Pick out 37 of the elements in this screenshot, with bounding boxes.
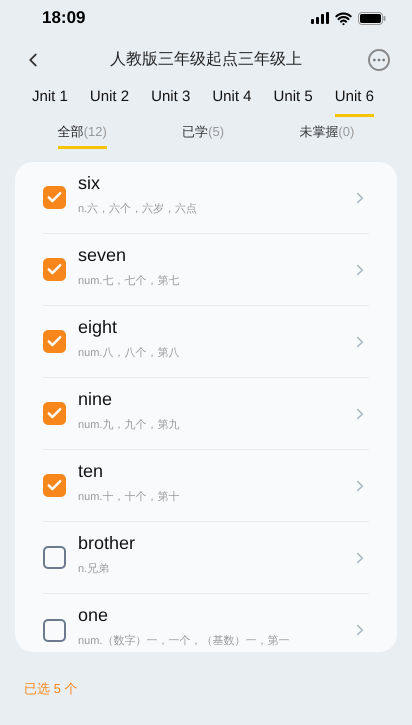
word-meaning: n.六，六个，六岁，六点 (78, 202, 198, 217)
unit-tab[interactable]: Unit 2 (90, 86, 130, 116)
word-meaning: num.十，十个，第十 (78, 490, 180, 505)
word-meaning: num.八，八个，第八 (78, 346, 180, 361)
word-checkbox[interactable] (43, 618, 66, 642)
word-checkbox[interactable] (43, 546, 66, 569)
word-checkbox[interactable] (43, 258, 66, 281)
word-text: six (78, 172, 101, 195)
word-checkbox[interactable] (43, 474, 66, 497)
word-checkbox[interactable] (43, 330, 66, 353)
word-meaning: num.七，七个，第七 (78, 274, 180, 289)
more-icon[interactable] (368, 49, 390, 71)
page-title: 人教版三年级起点三年级上 (110, 50, 302, 70)
status-time: 18:09 (42, 7, 86, 30)
wifi-icon (335, 10, 352, 26)
word-text: seven (78, 244, 128, 267)
selected-count: 已选 5 个 (24, 680, 78, 698)
word-meaning: num.（数字）一，一个，（基数）一，第一 (78, 634, 290, 650)
signal-icon (311, 12, 329, 24)
word-text: eight (78, 316, 118, 339)
unit-tab[interactable]: Unit 3 (151, 86, 190, 116)
unit-tab[interactable]: Unit 4 (212, 86, 252, 116)
filter-tab[interactable]: 全部(12) (58, 122, 107, 148)
word-text: brother (78, 532, 136, 555)
word-text: one (78, 604, 110, 628)
filter-tab[interactable]: 已学(5) (182, 122, 224, 148)
word-checkbox[interactable] (43, 402, 66, 425)
word-meaning: num.九，九个，第九 (78, 418, 180, 433)
unit-tab[interactable]: Unit 5 (274, 86, 313, 116)
unit-tab[interactable]: Jnit 1 (32, 86, 68, 116)
unit-tab[interactable]: Unit 6 (334, 86, 374, 116)
word-text: ten (78, 460, 104, 483)
battery-icon (358, 12, 386, 24)
word-text: nine (78, 388, 114, 411)
word-meaning: n.兄弟 (78, 562, 110, 577)
word-checkbox[interactable] (43, 186, 66, 209)
filter-tab[interactable]: 未掌握(0) (299, 122, 354, 148)
